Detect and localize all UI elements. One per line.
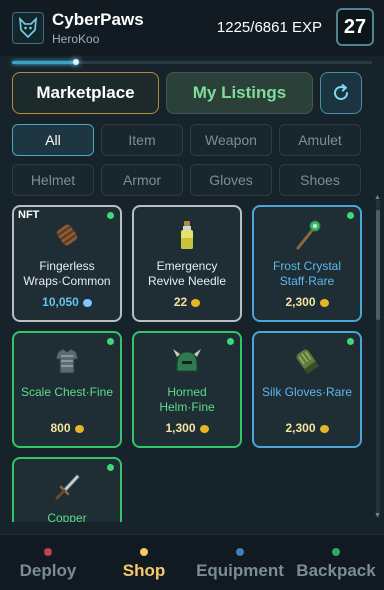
item-card[interactable]: Silk Gloves·Rare 2,300 xyxy=(252,331,362,448)
filter-item[interactable]: Item xyxy=(101,124,183,156)
filter-shoes[interactable]: Shoes xyxy=(279,164,361,196)
status-dot xyxy=(347,338,354,345)
status-dot xyxy=(107,338,114,345)
nav-indicator-dot xyxy=(44,548,52,556)
scrollbar[interactable]: ▲ ▼ xyxy=(374,194,382,519)
exp-progress-bar xyxy=(12,59,372,65)
item-price: 2,300 xyxy=(254,421,360,435)
item-price: 800 xyxy=(14,421,120,435)
nav-label: Backpack xyxy=(296,561,376,580)
filter-all[interactable]: All xyxy=(12,124,94,156)
refresh-button[interactable] xyxy=(320,72,362,114)
item-name: Horned Helm·Fine xyxy=(159,385,215,414)
nav-indicator-dot xyxy=(332,548,340,556)
item-card[interactable]: Horned Helm·Fine 1,300 xyxy=(132,331,242,448)
staff-icon xyxy=(289,217,325,253)
status-dot xyxy=(107,464,114,471)
coin-icon xyxy=(319,299,329,307)
exp-progress-marker xyxy=(73,59,80,65)
item-name: Frost Crystal Staff·Rare xyxy=(272,259,341,288)
filter-armor[interactable]: Armor xyxy=(101,164,183,196)
exp-text: 1225/6861 EXP xyxy=(216,19,322,36)
price-value: 10,050 xyxy=(42,295,79,309)
exp-progress-fill xyxy=(12,61,77,64)
coin-icon xyxy=(319,425,329,433)
status-dot xyxy=(347,212,354,219)
scroll-up-icon[interactable]: ▲ xyxy=(374,194,382,201)
level-badge: 27 xyxy=(336,8,374,46)
item-card[interactable]: Copper xyxy=(12,457,122,522)
username: HeroKoo xyxy=(52,32,100,46)
potion-icon xyxy=(169,217,205,253)
helmet-icon xyxy=(169,343,205,379)
bottom-nav: Deploy Shop Equipment Backpack xyxy=(0,534,384,590)
status-dot xyxy=(227,338,234,345)
nft-badge: NFT xyxy=(18,209,40,221)
chest-armor-icon xyxy=(49,343,85,379)
refresh-icon xyxy=(334,84,348,100)
tab-my-listings[interactable]: My Listings xyxy=(166,72,313,114)
item-price: 1,300 xyxy=(134,421,240,435)
filter-amulet[interactable]: Amulet xyxy=(279,124,361,156)
scroll-down-icon[interactable]: ▼ xyxy=(374,512,382,519)
nav-equipment[interactable]: Equipment xyxy=(192,535,288,590)
item-name: Silk Gloves·Rare xyxy=(261,385,353,399)
nav-backpack[interactable]: Backpack xyxy=(288,535,384,590)
nav-shop[interactable]: Shop xyxy=(96,535,192,590)
item-card[interactable]: Frost Crystal Staff·Rare 2,300 xyxy=(252,205,362,322)
coin-icon xyxy=(74,425,84,433)
wraps-icon xyxy=(49,217,85,253)
scroll-thumb[interactable] xyxy=(376,210,380,320)
coin-icon xyxy=(199,425,209,433)
cat-head-icon[interactable] xyxy=(12,12,44,44)
item-grid: NFT Fingerless Wraps·Common 10,050 Emerg… xyxy=(0,200,384,522)
coin-icon xyxy=(191,299,201,307)
item-card[interactable]: Scale Chest·Fine 800 xyxy=(12,331,122,448)
filter-gloves[interactable]: Gloves xyxy=(190,164,272,196)
price-value: 2,300 xyxy=(285,295,316,309)
item-price: 2,300 xyxy=(254,295,360,309)
nav-deploy[interactable]: Deploy xyxy=(0,535,96,590)
item-name: Fingerless Wraps·Common xyxy=(23,259,111,288)
tab-marketplace[interactable]: Marketplace xyxy=(12,72,159,114)
nav-label: Shop xyxy=(122,561,166,580)
gloves-icon xyxy=(289,343,325,379)
nav-indicator-dot xyxy=(140,548,148,556)
nav-label: Equipment xyxy=(196,561,284,580)
filter-helmet[interactable]: Helmet xyxy=(12,164,94,196)
dagger-icon xyxy=(49,469,85,505)
price-value: 22 xyxy=(173,295,188,309)
nav-indicator-dot xyxy=(236,548,244,556)
price-value: 1,300 xyxy=(165,421,196,435)
status-dot xyxy=(107,212,114,219)
item-price: 10,050 xyxy=(14,295,120,309)
item-name: Emergency Revive Needle xyxy=(147,259,227,288)
gem-icon xyxy=(82,299,92,307)
item-name: Scale Chest·Fine xyxy=(20,385,114,399)
item-name: Copper xyxy=(47,511,87,522)
price-value: 800 xyxy=(50,421,71,435)
price-value: 2,300 xyxy=(285,421,316,435)
item-card[interactable]: Emergency Revive Needle 22 xyxy=(132,205,242,322)
item-price: 22 xyxy=(134,295,240,309)
app-title: CyberPaws xyxy=(52,10,144,29)
header: CyberPaws HeroKoo 1225/6861 EXP 27 xyxy=(0,0,384,56)
item-card[interactable]: NFT Fingerless Wraps·Common 10,050 xyxy=(12,205,122,322)
nav-label: Deploy xyxy=(19,561,77,580)
filter-weapon[interactable]: Weapon xyxy=(190,124,272,156)
